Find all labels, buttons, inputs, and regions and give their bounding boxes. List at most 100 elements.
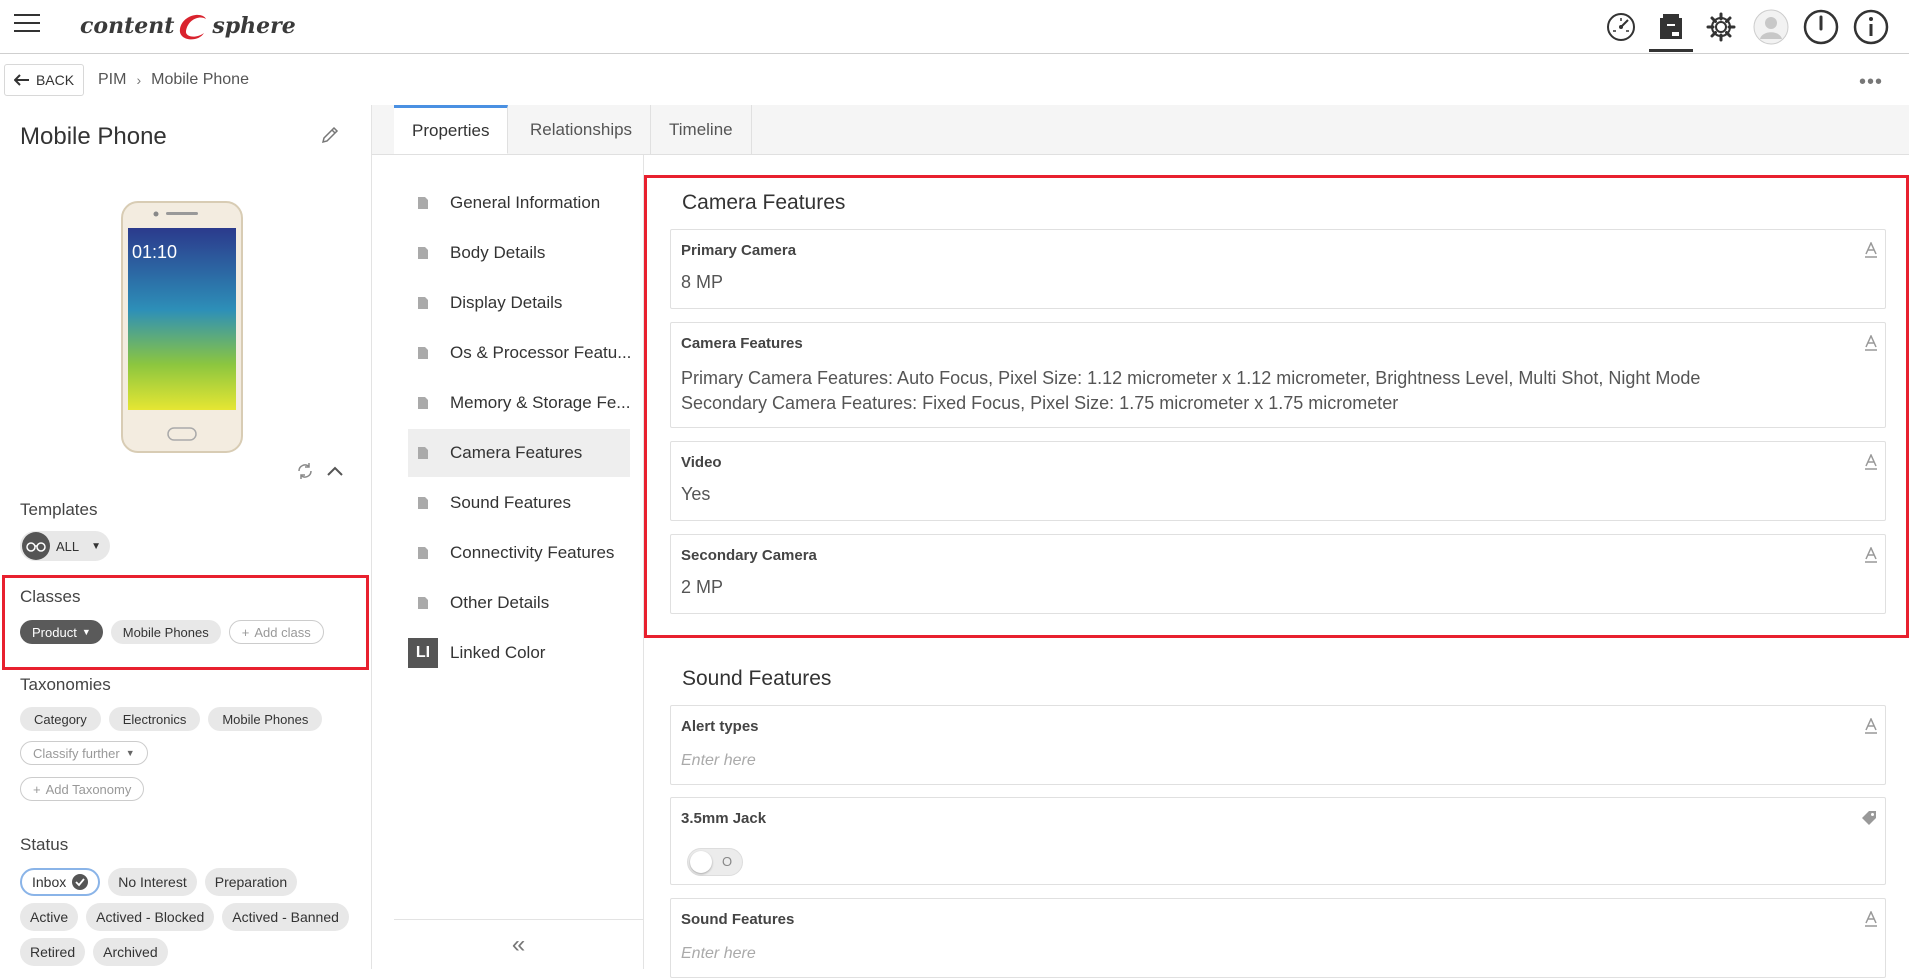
power-icon[interactable]	[1803, 6, 1839, 48]
tab-timeline[interactable]: Timeline	[651, 105, 752, 154]
caret-down-icon: ▼	[81, 627, 91, 637]
text-type-icon	[1865, 242, 1877, 258]
secondary-camera-value[interactable]: 2 MP	[681, 575, 723, 600]
nav-item-sound-features[interactable]: Sound Features	[408, 479, 630, 527]
nav-item-label: Memory & Storage Fe...	[450, 393, 630, 412]
back-button[interactable]: BACK	[4, 64, 84, 96]
document-icon	[408, 597, 438, 609]
edit-pencil-icon[interactable]	[320, 125, 340, 145]
logo-text-right: sphere	[212, 13, 296, 39]
status-chip-no-interest[interactable]: No Interest	[108, 868, 197, 896]
more-options-icon[interactable]: •••	[1859, 71, 1883, 94]
class-chip-product[interactable]: Product ▼	[20, 620, 103, 644]
text-type-icon	[1865, 547, 1877, 563]
status-chip-retired[interactable]: Retired	[20, 938, 86, 966]
templates-heading: Templates	[20, 500, 98, 519]
alert-types-input[interactable]: Enter here	[681, 752, 756, 770]
status-chip-archived[interactable]: Archived	[93, 938, 168, 966]
class-chip-mobile-phones[interactable]: Mobile Phones	[110, 620, 221, 644]
nav-item-label: Sound Features	[450, 493, 571, 512]
classify-further-dropdown[interactable]: Classify further ▼	[20, 741, 148, 765]
properties-content: Camera Features Primary Camera 8 MP Came…	[644, 155, 1909, 978]
status-chip-inbox-label: Inbox	[32, 874, 67, 890]
settings-gear-icon[interactable]	[1703, 6, 1739, 48]
hamburger-menu-icon[interactable]	[14, 14, 40, 36]
video-field[interactable]: Video Yes	[670, 441, 1886, 521]
camera-features-line1[interactable]: Primary Camera Features: Auto Focus, Pix…	[681, 366, 1700, 391]
nav-item-body-details[interactable]: Body Details	[408, 229, 630, 277]
tab-properties[interactable]: Properties	[394, 105, 509, 154]
top-bar: content sphere	[0, 0, 1909, 54]
info-icon[interactable]	[1853, 6, 1889, 48]
taxonomy-chip-electronics[interactable]: Electronics	[108, 707, 201, 731]
back-label: BACK	[35, 72, 75, 88]
secondary-camera-field[interactable]: Secondary Camera 2 MP	[670, 534, 1886, 614]
chevron-up-icon[interactable]	[326, 465, 344, 477]
status-chip-inbox[interactable]: Inbox	[20, 868, 101, 896]
alert-types-field[interactable]: Alert types Enter here	[670, 705, 1886, 785]
glasses-icon	[22, 532, 50, 560]
collapse-nav-icon[interactable]: «	[394, 919, 643, 969]
taxonomy-chip-mobile-phones[interactable]: Mobile Phones	[208, 707, 323, 731]
nav-item-camera-features[interactable]: Camera Features	[408, 429, 630, 477]
add-class-button[interactable]: + Add class	[228, 620, 324, 644]
nav-item-memory-storage[interactable]: Memory & Storage Fe...	[408, 379, 630, 427]
nav-item-label: Camera Features	[450, 443, 583, 462]
status-chip-preparation[interactable]: Preparation	[204, 868, 298, 896]
taxonomy-chip-category[interactable]: Category	[20, 707, 101, 731]
status-chip-actived-blocked[interactable]: Actived - Blocked	[86, 903, 215, 931]
status-chip-active[interactable]: Active	[20, 903, 79, 931]
chevron-right-icon: ›	[136, 72, 142, 88]
add-taxonomy-label: Add Taxonomy	[45, 781, 132, 797]
product-title: Mobile Phone	[20, 123, 167, 150]
breadcrumb: PIM › Mobile Phone	[98, 71, 249, 89]
nav-item-os-processor[interactable]: Os & Processor Featu...	[408, 329, 630, 377]
document-icon	[408, 497, 438, 509]
tab-relationships[interactable]: Relationships	[512, 105, 652, 154]
nav-item-connectivity-features[interactable]: Connectivity Features	[408, 529, 630, 577]
product-image[interactable]: 01:10	[120, 200, 244, 454]
video-value[interactable]: Yes	[681, 482, 710, 507]
product-box-icon[interactable]	[1649, 6, 1693, 52]
check-circle-icon	[72, 874, 89, 890]
add-taxonomy-button[interactable]: + Add Taxonomy	[20, 777, 145, 801]
templates-filter-chip[interactable]: ALL ▼	[20, 531, 110, 561]
sound-features-field[interactable]: Sound Features Enter here	[670, 898, 1886, 978]
nav-item-general-information[interactable]: General Information	[408, 179, 630, 227]
toggle-knob	[690, 851, 712, 873]
nav-item-label: Linked Color	[450, 643, 546, 662]
document-icon	[408, 297, 438, 309]
sound-features-input[interactable]: Enter here	[681, 945, 756, 963]
taxonomies-heading: Taxonomies	[20, 675, 111, 694]
primary-camera-label: Primary Camera	[681, 242, 797, 259]
refresh-icon[interactable]	[296, 462, 314, 480]
nav-item-linked-color[interactable]: LI Linked Color	[408, 629, 630, 677]
tag-icon	[1861, 810, 1877, 826]
camera-features-field[interactable]: Camera Features Primary Camera Features:…	[670, 322, 1886, 428]
nav-item-label: Display Details	[450, 293, 563, 312]
status-heading: Status	[20, 835, 69, 854]
camera-features-label: Camera Features	[681, 335, 803, 352]
primary-camera-field[interactable]: Primary Camera 8 MP	[670, 229, 1886, 309]
nav-item-other-details[interactable]: Other Details	[408, 579, 630, 627]
camera-features-line2[interactable]: Secondary Camera Features: Fixed Focus, …	[681, 391, 1398, 416]
product-sidebar: Mobile Phone 01:10 Templates ALL ▼ Class…	[0, 105, 372, 969]
text-type-icon	[1865, 454, 1877, 470]
toggle-off-text: O	[722, 854, 733, 869]
caret-down-icon: ▼	[125, 748, 135, 758]
status-chip-actived-banned[interactable]: Actived - Banned	[222, 903, 349, 931]
primary-camera-value[interactable]: 8 MP	[681, 270, 723, 295]
arrow-left-icon	[13, 74, 29, 86]
linked-badge-icon: LI	[408, 638, 438, 668]
caret-down-icon: ▼	[91, 540, 102, 552]
dashboard-gauge-icon[interactable]	[1603, 6, 1639, 48]
jack-toggle[interactable]: O	[687, 848, 743, 876]
jack-field[interactable]: 3.5mm Jack O	[670, 797, 1886, 885]
breadcrumb-current: Mobile Phone	[151, 71, 249, 88]
document-icon	[408, 547, 438, 559]
nav-item-display-details[interactable]: Display Details	[408, 279, 630, 327]
app-logo[interactable]: content sphere	[80, 8, 296, 44]
user-avatar-icon[interactable]	[1753, 6, 1789, 48]
breadcrumb-pim[interactable]: PIM	[98, 71, 126, 89]
class-chip-product-label: Product	[32, 624, 77, 640]
